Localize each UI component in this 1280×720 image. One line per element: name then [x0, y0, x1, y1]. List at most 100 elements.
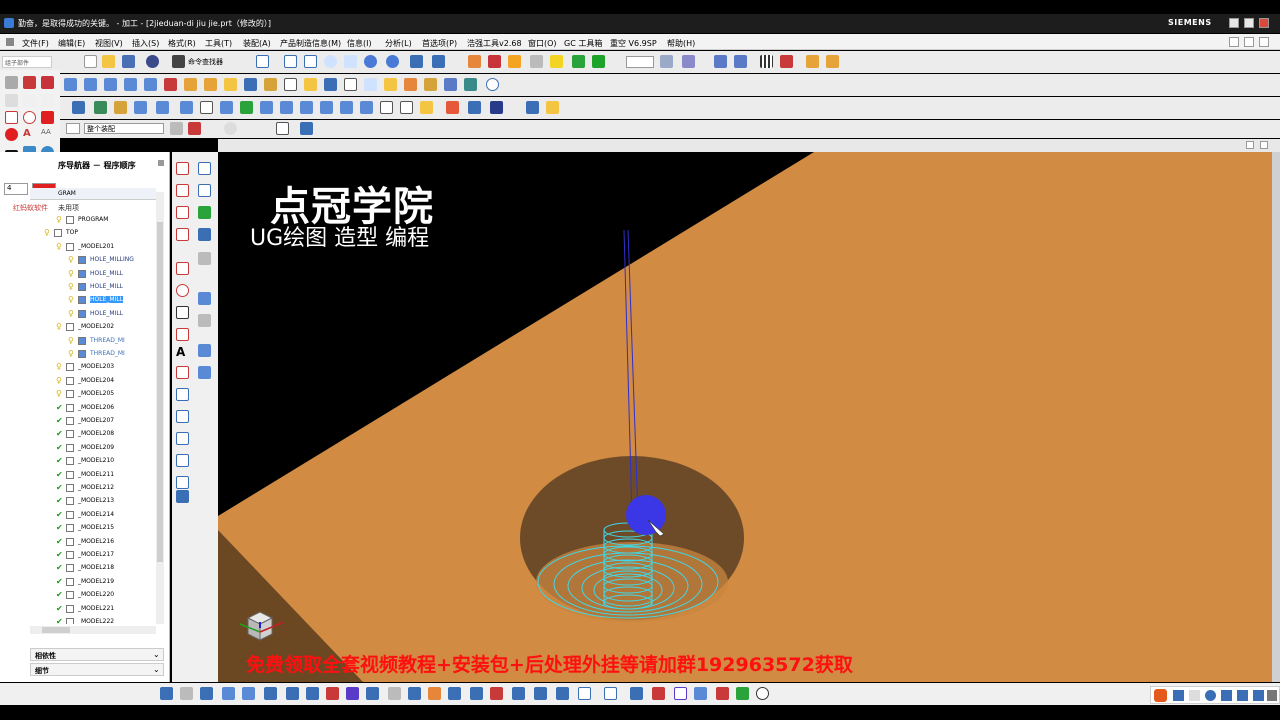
tree-row[interactable]: ✔ _MODEL220 [30, 589, 156, 602]
menu-help[interactable]: 帮助(H) [667, 38, 695, 49]
extend-icon[interactable] [198, 366, 211, 379]
triangle-icon[interactable] [72, 101, 85, 114]
spline-icon[interactable] [176, 328, 189, 341]
brush-tool-icon[interactable] [23, 76, 36, 89]
ime-keyboard-icon[interactable] [1221, 690, 1232, 701]
tree-row[interactable]: ♀ TOP [30, 227, 156, 240]
bottom-tool-2-icon[interactable] [180, 687, 193, 700]
pan-icon[interactable] [344, 55, 357, 68]
blank-icon[interactable] [420, 101, 433, 114]
hole-icon[interactable] [134, 101, 147, 114]
details-section[interactable]: 细节 ⌄ [30, 663, 164, 676]
snap-point-icon[interactable] [734, 55, 747, 68]
menu-haoqiang-tools[interactable]: 浩强工具v2.68 [467, 38, 522, 49]
face-op-icon[interactable] [104, 78, 117, 91]
target-icon[interactable] [188, 122, 201, 135]
calculator-icon[interactable] [444, 78, 457, 91]
ime-punct-icon[interactable] [1189, 690, 1200, 701]
bridge-icon[interactable] [176, 490, 189, 503]
tree-row[interactable]: ✔ _MODEL221 [30, 603, 156, 616]
tree-row[interactable]: ♀ _MODEL204 [30, 375, 156, 388]
rect-tool-icon[interactable] [5, 111, 18, 124]
menu-info[interactable]: 信息(I) [347, 38, 372, 49]
menu-file[interactable]: 文件(F) [22, 38, 49, 49]
region-icon[interactable] [380, 101, 393, 114]
shape-icon[interactable] [176, 366, 189, 379]
bottom-tool-8-icon[interactable] [346, 687, 359, 700]
close-button[interactable] [1259, 18, 1269, 28]
check-icon[interactable] [240, 101, 253, 114]
open-folder-icon[interactable] [102, 55, 115, 68]
bottom-tool-5-icon[interactable] [286, 687, 299, 700]
wrap-icon[interactable] [176, 476, 189, 489]
curve-tool-2-icon[interactable] [198, 162, 211, 175]
multi-hole-icon[interactable] [180, 101, 193, 114]
render-icon[interactable] [488, 55, 501, 68]
text-a-icon[interactable]: A [176, 345, 189, 359]
tree-row[interactable]: ✔ _MODEL213 [30, 495, 156, 508]
move-icon[interactable] [404, 78, 417, 91]
menu-gc-toolbox[interactable]: GC 工具箱 [564, 38, 602, 49]
tool-tip[interactable] [626, 495, 666, 535]
paste-icon[interactable] [384, 78, 397, 91]
menu-analysis[interactable]: 分析(L) [385, 38, 412, 49]
path-icon[interactable] [260, 101, 273, 114]
view-style-dropdown[interactable] [626, 56, 654, 68]
pin-icon[interactable] [158, 160, 164, 166]
measure-icon[interactable] [806, 55, 819, 68]
menu-window[interactable]: 窗口(O) [528, 38, 557, 49]
arrow-tool-icon[interactable] [41, 94, 54, 107]
maximize-button[interactable] [1244, 18, 1254, 28]
tree-row[interactable]: ✔ _MODEL218 [30, 562, 156, 575]
bottom-tool-9-icon[interactable] [366, 687, 379, 700]
bottom-tool-21-icon[interactable] [630, 687, 643, 700]
menu-preferences[interactable]: 首选项(P) [422, 38, 457, 49]
extract-icon[interactable] [176, 454, 189, 467]
join-icon[interactable] [198, 292, 211, 305]
command-finder-icon[interactable] [172, 55, 185, 68]
clock-icon[interactable] [486, 78, 499, 91]
color-icon[interactable] [592, 55, 605, 68]
pocket-icon[interactable] [94, 101, 107, 114]
tree-row[interactable]: ✔ _MODEL211 [30, 469, 156, 482]
cube-sel-icon[interactable] [300, 122, 313, 135]
mill-op-icon[interactable] [84, 78, 97, 91]
bottom-tool-1-icon[interactable] [160, 687, 173, 700]
grid-icon[interactable] [760, 55, 773, 68]
intersect-icon[interactable] [176, 432, 189, 445]
eraser-icon[interactable] [5, 76, 18, 89]
viewport-close-button[interactable] [1260, 141, 1268, 149]
bottom-tool-7-icon[interactable] [326, 687, 339, 700]
tree-row[interactable]: ♀ HOLE_MILLING [30, 254, 156, 267]
cut-icon[interactable] [360, 101, 373, 114]
hscroll-thumb[interactable] [42, 627, 70, 633]
next-icon[interactable] [242, 687, 255, 700]
menu-view[interactable]: 视图(V) [95, 38, 123, 49]
spot-icon[interactable] [220, 101, 233, 114]
dependency-section[interactable]: 相依性 ⌄ [30, 648, 164, 661]
menu-chongkong[interactable]: 重空 V6.9SP [610, 38, 657, 49]
circle-tool-icon[interactable] [756, 687, 769, 700]
menu-edit[interactable]: 编辑(E) [58, 38, 85, 49]
graphics-viewport[interactable]: 点冠学院 UG绘图 造型 编程 免费领取全套视频教程+安装包+后处理外挂等请加群… [218, 152, 1272, 682]
fit-view-icon[interactable] [256, 55, 269, 68]
contour-op-icon[interactable] [164, 78, 177, 91]
bottom-tool-11-icon[interactable] [408, 687, 421, 700]
bottom-tool-18-icon[interactable] [556, 687, 569, 700]
studio-icon[interactable] [508, 55, 521, 68]
tree-row[interactable]: ✔ _MODEL219 [30, 576, 156, 589]
curve-tool-9-icon[interactable] [198, 252, 211, 265]
boundary-icon[interactable] [400, 101, 413, 114]
ime-mode-icon[interactable] [1173, 690, 1184, 701]
line-icon[interactable] [176, 262, 189, 275]
undo-icon[interactable] [146, 55, 159, 68]
bottom-tool-6-icon[interactable] [306, 687, 319, 700]
offset-icon[interactable] [176, 388, 189, 401]
line-tool-2-icon[interactable] [23, 94, 36, 107]
tool-icon[interactable] [264, 78, 277, 91]
tree-scrollbar[interactable] [156, 192, 164, 624]
refresh-icon[interactable] [386, 55, 399, 68]
speed-icon[interactable] [340, 101, 353, 114]
copy-icon[interactable] [364, 78, 377, 91]
brush-icon[interactable] [826, 55, 839, 68]
